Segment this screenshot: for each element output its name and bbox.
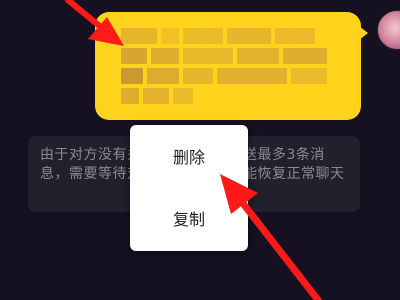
copy-menu-item[interactable]: 复制 xyxy=(130,208,248,232)
bubble-tail xyxy=(359,26,368,40)
message-bubble-blurred[interactable] xyxy=(95,12,368,120)
delete-menu-item[interactable]: 删除 xyxy=(130,146,248,170)
chat-screen: 由于对方没有关注你，你只能发送最多3条消息，需要等待对方关注回复后才能恢复正常聊… xyxy=(0,0,400,300)
user-avatar[interactable] xyxy=(377,10,400,50)
message-context-menu: 删除 复制 xyxy=(130,125,248,251)
pixelated-message-content xyxy=(117,28,339,104)
